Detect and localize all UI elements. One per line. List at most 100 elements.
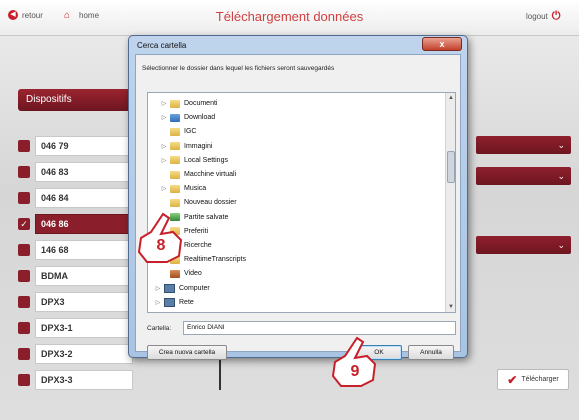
tree-scrollbar[interactable]: ▲ ▼	[445, 93, 455, 312]
top-bar: ◀ retour ⌂ home Téléchargement données l…	[0, 0, 579, 36]
logout-link[interactable]: logout ⏻	[526, 10, 561, 23]
tree-item[interactable]: ▷ Musica	[160, 182, 206, 195]
folder-download-icon	[170, 113, 180, 122]
tree-item[interactable]: Nouveau dossier	[160, 196, 237, 209]
device-checkbox[interactable]	[18, 244, 30, 256]
device-checkbox[interactable]	[18, 296, 30, 308]
device-checkbox[interactable]	[18, 348, 30, 360]
new-folder-button[interactable]: Crea nuova cartella	[147, 345, 227, 360]
dialog-instruction: Sélectionner le dossier dans lequel les …	[142, 65, 335, 72]
tree-item[interactable]: ▷ Documenti	[160, 97, 217, 110]
callout-hand-9: 9	[327, 336, 381, 388]
tree-item-label: Immagini	[184, 142, 213, 150]
folder-music-icon	[170, 184, 180, 193]
scroll-down-icon[interactable]: ▼	[446, 302, 455, 312]
device-checkbox[interactable]	[18, 270, 30, 282]
device-checkbox[interactable]	[18, 192, 30, 204]
tree-item[interactable]: Video	[160, 267, 202, 280]
expand-arrow-icon[interactable]: ▷	[160, 114, 168, 121]
home-link[interactable]: ⌂ home	[64, 10, 99, 21]
tree-item-label: Video	[184, 270, 202, 278]
device-label: 046 86	[35, 214, 133, 234]
tree-item-label: RealtimeTranscripts	[184, 256, 246, 264]
chevron-down-icon: ⌄	[557, 240, 565, 250]
computer-icon	[164, 283, 175, 293]
folder-pictures-icon	[170, 142, 180, 151]
device-label: 046 83	[35, 162, 133, 182]
device-label: BDMA	[35, 266, 133, 286]
close-button[interactable]: x	[422, 37, 462, 51]
sidebar-device-item[interactable]: BDMA	[18, 266, 133, 286]
tree-item[interactable]: ▷ Computer	[154, 282, 210, 295]
device-label: DPX3-2	[35, 344, 133, 364]
browse-folder-dialog: Cerca cartella x Sélectionner le dossier…	[128, 35, 468, 360]
expand-arrow-icon[interactable]: ▷	[154, 285, 162, 292]
power-icon: ⏻	[551, 10, 561, 22]
device-label: 046 79	[35, 136, 133, 156]
folder-tree[interactable]: ▲ ▼ ▷ Documenti ▷ Download IGC ▷ Immagini ▷ Loca…	[147, 92, 456, 313]
device-label: DPX3-3	[35, 370, 133, 390]
tree-item-label: Musica	[184, 185, 207, 193]
expand-arrow-icon[interactable]: ▷	[160, 100, 168, 107]
close-icon: x	[439, 39, 445, 49]
scroll-up-icon[interactable]: ▲	[446, 93, 455, 103]
right-dropdown-3[interactable]: ⌄	[476, 236, 571, 254]
download-button[interactable]: ✔ Télécharger	[497, 369, 569, 390]
device-checkbox[interactable]	[18, 166, 30, 178]
device-checkbox[interactable]	[18, 140, 30, 152]
tree-item[interactable]: IGC	[160, 125, 196, 138]
expand-arrow-icon[interactable]: ▷	[160, 157, 168, 164]
device-checkbox[interactable]: ✓	[18, 218, 30, 230]
expand-arrow-icon[interactable]: ▷	[154, 299, 162, 306]
back-link[interactable]: ◀ retour	[8, 10, 43, 20]
device-checkbox[interactable]	[18, 322, 30, 334]
sidebar-device-item[interactable]: ✓ 046 86	[18, 214, 133, 234]
folder-label: Cartella:	[147, 325, 172, 332]
sidebar-device-item[interactable]: DPX3-2	[18, 344, 133, 364]
sidebar-device-item[interactable]: DPX3-3	[18, 370, 133, 390]
folder-icon	[170, 198, 180, 207]
tree-item[interactable]: ▷ Immagini	[160, 140, 212, 153]
callout-hand-8: 8	[133, 212, 187, 264]
sidebar-device-item[interactable]: 046 83	[18, 162, 133, 182]
tree-item-label: Rete	[179, 298, 194, 306]
dialog-body: Sélectionner le dossier dans lequel les …	[135, 54, 461, 360]
expand-arrow-icon[interactable]: ▷	[160, 143, 168, 150]
tree-item[interactable]: Macchine virtuali	[160, 168, 236, 181]
tree-item-label: Nouveau dossier	[184, 199, 237, 207]
right-dropdown-2[interactable]: ⌄	[476, 167, 571, 185]
sidebar-device-item[interactable]: 046 84	[18, 188, 133, 208]
folder-documents-icon	[170, 99, 180, 108]
cancel-button[interactable]: Annulla	[408, 345, 454, 360]
download-label: Télécharger	[521, 376, 559, 383]
tree-item-label: IGC	[184, 128, 197, 136]
expand-arrow-icon[interactable]: ▷	[160, 185, 168, 192]
tree-item-label: Computer	[179, 284, 210, 292]
sidebar-title: Dispositifs	[18, 89, 133, 111]
sidebar-device-item[interactable]: 046 79	[18, 136, 133, 156]
tree-item[interactable]: ▷ Download	[160, 111, 215, 124]
tree-item-label: Download	[184, 114, 216, 122]
sidebar-device-item[interactable]: DPX3	[18, 292, 133, 312]
folder-videos-icon	[170, 269, 180, 278]
tree-item[interactable]: ▷ Local Settings	[160, 154, 228, 167]
callout-number-9: 9	[351, 363, 360, 380]
device-checkbox[interactable]	[18, 374, 30, 386]
device-label: DPX3-1	[35, 318, 133, 338]
folder-icon	[170, 170, 180, 179]
tree-item[interactable]: ▷ Rete	[154, 296, 194, 309]
tree-item-label: Macchine virtuali	[184, 171, 237, 178]
folder-icon	[170, 127, 180, 136]
home-label: home	[79, 11, 100, 20]
right-dropdown-1[interactable]: ⌄	[476, 136, 571, 154]
folder-input[interactable]: Enrico DIANI	[183, 321, 456, 335]
scroll-thumb[interactable]	[447, 151, 455, 183]
sidebar-device-item[interactable]: DPX3-1	[18, 318, 133, 338]
device-label: DPX3	[35, 292, 133, 312]
tree-item-label: Ricerche	[184, 242, 212, 249]
device-label: 146 68	[35, 240, 133, 260]
callout-number-8: 8	[157, 237, 166, 254]
chevron-down-icon: ⌄	[557, 140, 565, 150]
sidebar-device-item[interactable]: 146 68	[18, 240, 133, 260]
back-arrow-icon: ◀	[8, 10, 18, 20]
